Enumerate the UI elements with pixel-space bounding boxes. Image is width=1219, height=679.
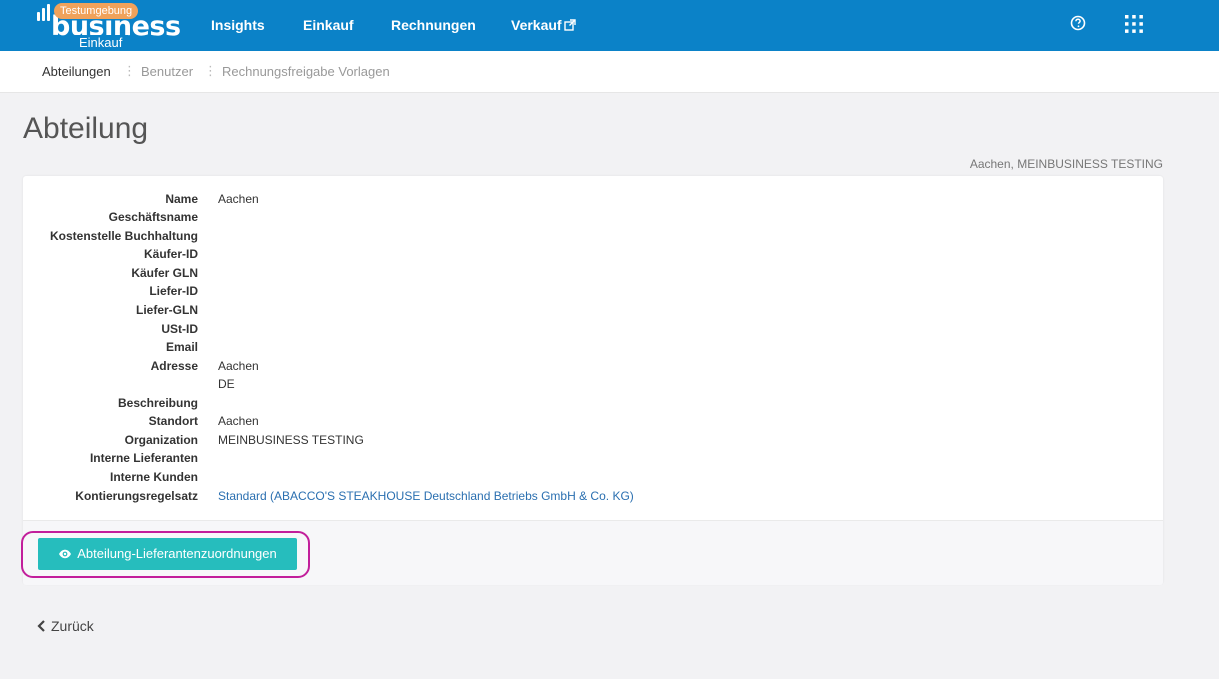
detail-row-email: Email [23, 340, 1163, 358]
detail-label: Email [165, 340, 198, 354]
detail-value: MEINBUSINESS TESTING [218, 433, 364, 447]
external-link-icon [563, 19, 576, 31]
address-line-1: Aachen [218, 359, 259, 373]
detail-row-internal-customers: Interne Kunden [23, 470, 1163, 488]
detail-label: Interne Kunden [109, 470, 198, 484]
environment-badge: Testumgebung [54, 3, 139, 19]
detail-label: Adresse [150, 359, 198, 373]
chevron-left-icon [37, 620, 45, 632]
detail-value: Aachen [218, 192, 259, 206]
detail-row-business-name: Geschäftsname [23, 210, 1163, 228]
detail-row-organization: Organization MEINBUSINESS TESTING [23, 433, 1163, 451]
top-navigation-bar: business Testumgebung Einkauf Insights E… [0, 0, 1219, 53]
nav-rechnungen[interactable]: Rechnungen [391, 17, 476, 33]
detail-label: Name [165, 192, 198, 206]
detail-label: Beschreibung [117, 396, 198, 410]
detail-row-description: Beschreibung [23, 396, 1163, 414]
detail-value: Aachen [218, 414, 259, 428]
department-context: Aachen, MEINBUSINESS TESTING [969, 157, 1163, 171]
app-logo[interactable]: business Testumgebung Einkauf [37, 2, 181, 53]
sub-navigation: Abteilungen ⋮ Benutzer ⋮ Rechnungsfreiga… [0, 51, 1219, 93]
detail-row-delivery-gln: Liefer-GLN [23, 303, 1163, 321]
detail-label: Käufer-ID [143, 247, 198, 261]
detail-label: Käufer GLN [131, 266, 198, 280]
detail-row-account-rules: Kontierungsregelsatz Standard (ABACCO'S … [23, 489, 1163, 507]
subnav-rechnungsfreigabe-vorlagen[interactable]: Rechnungsfreigabe Vorlagen [222, 64, 390, 79]
eye-icon [59, 549, 72, 559]
details-list: Name Aachen Geschäftsname Kostenstelle B… [23, 176, 1163, 520]
detail-label: Kontierungsregelsatz [75, 489, 198, 503]
detail-label: Liefer-GLN [135, 303, 198, 317]
account-rules-link[interactable]: Standard (ABACCO'S STEAKHOUSE Deutschlan… [218, 489, 634, 503]
detail-label: Geschäftsname [108, 210, 198, 224]
card-actions: Abteilung-Lieferantenzuordnungen [21, 520, 1163, 585]
detail-row-buyer-id: Käufer-ID [23, 247, 1163, 265]
detail-label: Kostenstelle Buchhaltung [49, 229, 198, 243]
detail-label: Standort [148, 414, 198, 428]
nav-einkauf[interactable]: Einkauf [303, 17, 354, 33]
supplier-mapping-label: Abteilung-Lieferantenzuordnungen [77, 546, 277, 561]
department-details-card: Name Aachen Geschäftsname Kostenstelle B… [21, 176, 1163, 585]
subnav-separator: ⋮ [123, 63, 136, 78]
detail-label: Organization [124, 433, 198, 447]
back-link[interactable]: Zurück [37, 618, 94, 634]
detail-label: Liefer-ID [149, 284, 198, 298]
address-line-2: DE [218, 377, 235, 391]
page-title: Abteilung [23, 112, 149, 145]
detail-row-buyer-gln: Käufer GLN [23, 266, 1163, 284]
supplier-mapping-button[interactable]: Abteilung-Lieferantenzuordnungen [38, 538, 297, 570]
nav-verkauf[interactable]: Verkauf [511, 17, 576, 33]
detail-label: Interne Lieferanten [89, 451, 198, 465]
grid-icon[interactable] [1124, 14, 1144, 34]
question-circle-icon[interactable] [1070, 15, 1086, 31]
detail-label: USt-ID [161, 322, 198, 336]
subnav-abteilungen[interactable]: Abteilungen [42, 64, 111, 79]
back-label: Zurück [51, 618, 94, 634]
nav-insights[interactable]: Insights [211, 17, 265, 33]
detail-row-address-country: DE [23, 377, 1163, 395]
subnav-separator: ⋮ [204, 63, 217, 78]
subnav-benutzer[interactable]: Benutzer [141, 64, 193, 79]
detail-row-delivery-id: Liefer-ID [23, 284, 1163, 302]
detail-row-vat-id: USt-ID [23, 322, 1163, 340]
detail-row-address: Adresse Aachen [23, 359, 1163, 377]
detail-row-name: Name Aachen [23, 192, 1163, 210]
detail-row-cost-center: Kostenstelle Buchhaltung [23, 229, 1163, 247]
nav-verkauf-label: Verkauf [511, 17, 562, 33]
detail-row-location: Standort Aachen [23, 414, 1163, 432]
detail-row-internal-suppliers: Interne Lieferanten [23, 451, 1163, 469]
